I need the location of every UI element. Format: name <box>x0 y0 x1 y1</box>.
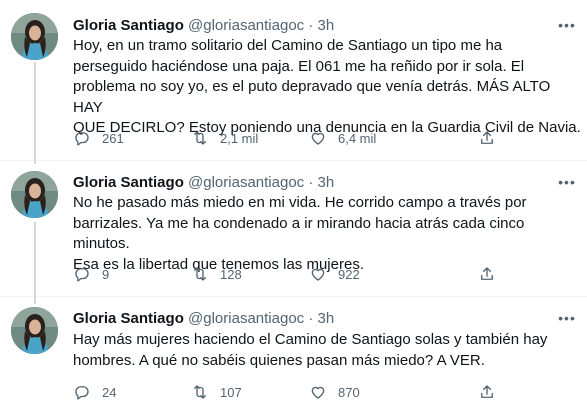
like-button[interactable]: 870 <box>309 382 360 402</box>
separator-dot: · <box>308 174 314 191</box>
retweet-button[interactable]: 2,1 mil <box>191 128 258 148</box>
share-icon <box>478 129 496 147</box>
thread-connector <box>34 292 36 300</box>
heart-icon <box>309 383 327 401</box>
retweet-button[interactable]: 128 <box>191 264 242 284</box>
retweet-icon <box>191 129 209 147</box>
author-name[interactable]: Gloria Santiago <box>73 17 184 34</box>
tweet-actions: 24 107 870 <box>73 382 533 402</box>
tweet-actions: 9 128 922 <box>73 264 533 284</box>
heart-icon <box>309 265 327 283</box>
reply-count: 261 <box>102 130 124 146</box>
tweet-divider <box>0 296 587 297</box>
tweet-3[interactable]: Gloria Santiago @gloriasantiagoc · 3h ••… <box>0 292 587 414</box>
retweet-button[interactable]: 107 <box>191 382 242 402</box>
avatar[interactable] <box>11 307 58 354</box>
share-icon <box>478 265 496 283</box>
author-handle[interactable]: @gloriasantiagoc <box>188 174 304 191</box>
thread-connector <box>34 154 36 164</box>
reply-button[interactable]: 261 <box>73 128 124 148</box>
separator-dot: · <box>308 17 314 34</box>
thread-connector <box>34 62 36 162</box>
tweet-header: Gloria Santiago @gloriasantiagoc · 3h <box>73 174 334 192</box>
tweet-2[interactable]: Gloria Santiago @gloriasantiagoc · 3h ••… <box>0 154 587 304</box>
like-count: 6,4 mil <box>338 130 377 146</box>
avatar-image <box>11 307 58 354</box>
heart-icon <box>309 129 327 147</box>
author-handle[interactable]: @gloriasantiagoc <box>188 17 304 34</box>
avatar-image <box>11 13 58 60</box>
tweet-header: Gloria Santiago @gloriasantiagoc · 3h <box>73 310 334 328</box>
tweet-header: Gloria Santiago @gloriasantiagoc · 3h <box>73 17 334 35</box>
retweet-count: 2,1 mil <box>220 130 259 146</box>
retweet-count: 107 <box>220 384 242 400</box>
retweet-icon <box>191 383 209 401</box>
tweet-time[interactable]: 3h <box>318 310 335 327</box>
avatar[interactable] <box>11 13 58 60</box>
tweet-text: Hoy, en un tramo solitario del Camino de… <box>73 37 581 136</box>
reply-icon <box>73 265 91 283</box>
author-handle[interactable]: @gloriasantiagoc <box>188 310 304 327</box>
author-name[interactable]: Gloria Santiago <box>73 174 184 191</box>
more-horizontal-icon[interactable]: ••• <box>555 18 579 36</box>
reply-icon <box>73 383 91 401</box>
reply-count: 24 <box>102 384 117 400</box>
tweet-time[interactable]: 3h <box>318 174 335 191</box>
like-count: 870 <box>338 384 360 400</box>
tweet-time[interactable]: 3h <box>318 17 335 34</box>
avatar[interactable] <box>11 171 58 218</box>
retweet-count: 128 <box>220 266 242 282</box>
retweet-icon <box>191 265 209 283</box>
tweet-1[interactable]: Gloria Santiago @gloriasantiagoc · 3h ••… <box>0 0 587 162</box>
separator-dot: · <box>308 310 314 327</box>
more-horizontal-icon[interactable]: ••• <box>555 311 579 329</box>
avatar-image <box>11 171 58 218</box>
tweet-divider <box>0 160 587 161</box>
like-count: 922 <box>338 266 360 282</box>
share-button[interactable] <box>478 128 496 148</box>
reply-count: 9 <box>102 266 110 282</box>
share-button[interactable] <box>478 264 496 284</box>
share-icon <box>478 383 496 401</box>
like-button[interactable]: 922 <box>309 264 360 284</box>
tweet-text: Hay más mujeres haciendo el Camino de Sa… <box>73 331 548 369</box>
tweet-actions: 261 2,1 mil 6,4 mil <box>73 128 533 148</box>
tweet-text: No he pasado más miedo en mi vida. He co… <box>73 194 527 273</box>
like-button[interactable]: 6,4 mil <box>309 128 376 148</box>
more-horizontal-icon[interactable]: ••• <box>555 175 579 193</box>
reply-button[interactable]: 24 <box>73 382 116 402</box>
author-name[interactable]: Gloria Santiago <box>73 310 184 327</box>
reply-button[interactable]: 9 <box>73 264 109 284</box>
share-button[interactable] <box>478 382 496 402</box>
reply-icon <box>73 129 91 147</box>
